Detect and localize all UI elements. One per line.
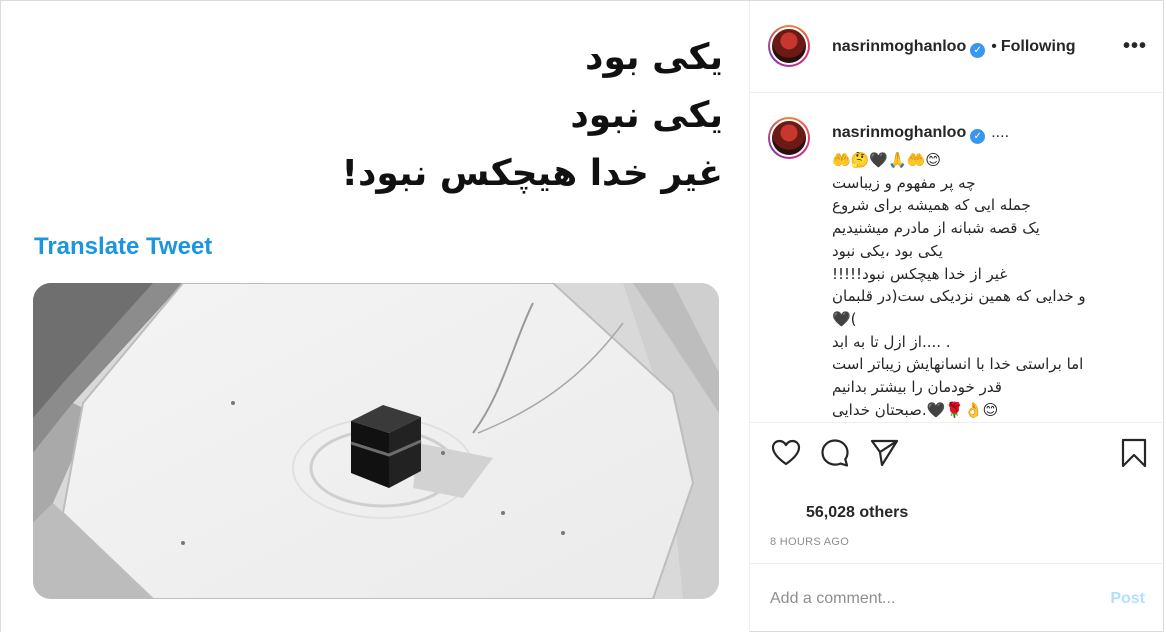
caption-text: 🤲🤔🖤🙏🤲😊 چه پر مفهوم و زیباست جمله ایی که … [832, 149, 1152, 421]
caption-line: غیر از خدا هیچکس نبود!!!!! [832, 264, 1008, 283]
verified-badge-icon: ✓ [970, 129, 986, 144]
caption-line: چه پر مفهوم و زیباست [832, 173, 976, 192]
caption-line: قدر خودمان را بیشتر بدانیم [832, 378, 1002, 397]
header-username[interactable]: nasrinmoghanloo [832, 38, 966, 55]
tweet-line: غیر خدا هیچکس نبود! [341, 153, 723, 194]
following-button[interactable]: Following [1001, 38, 1076, 55]
caption-line: 😊👌🌹🖤.صبحتان خدایی [832, 400, 999, 419]
caption-line: . ....از ازل تا به ابد [832, 332, 951, 351]
post-media[interactable]: یکی بود یکی نبود غیر خدا هیچکس نبود! Tra… [1, 1, 749, 633]
comment-input[interactable] [770, 584, 1090, 614]
caption-line: اما براستی خدا با انسانهایش زیباتر است [832, 355, 1084, 374]
avatar[interactable] [768, 25, 810, 67]
post-caption: nasrinmoghanloo ✓.... 🤲🤔🖤🙏🤲😊 چه پر مفهوم … [750, 93, 1165, 423]
post-comment-button[interactable]: Post [1110, 590, 1145, 608]
caption-username[interactable]: nasrinmoghanloo [832, 124, 966, 141]
tweet-line: یکی نبود [570, 95, 723, 136]
tweet-line: یکی بود [585, 37, 723, 78]
comment-icon[interactable] [819, 437, 851, 469]
likes-count[interactable]: 56,028 others [806, 504, 908, 522]
header-user-line: nasrinmoghanloo ✓ • Following [832, 38, 1076, 58]
heart-icon[interactable] [770, 437, 802, 469]
separator-dot: • [991, 38, 997, 55]
caption-header: nasrinmoghanloo ✓.... [832, 124, 1009, 144]
caption-line: جمله ایی که همیشه برای شروع [832, 196, 1031, 215]
comment-bar: Post [750, 563, 1165, 633]
kaaba-photo-illustration [33, 283, 719, 599]
action-bar [750, 437, 1165, 477]
kaaba-aerial-photo [33, 283, 719, 599]
caption-ellipsis: .... [991, 124, 1010, 141]
verified-badge-icon: ✓ [970, 43, 986, 58]
translate-tweet-link: Translate Tweet [34, 233, 213, 260]
tweet-text: یکی بود یکی نبود غیر خدا هیچکس نبود! [303, 29, 723, 203]
caption-line: و خدایی که همین نزدیکی ست(در قلبمان [832, 287, 1086, 306]
post-timestamp[interactable]: 8 HOURS AGO [770, 536, 849, 548]
caption-avatar[interactable] [768, 117, 810, 159]
share-icon[interactable] [868, 437, 900, 469]
bookmark-icon[interactable] [1118, 437, 1150, 469]
caption-line: یکی بود ،یکی نبود [832, 241, 943, 260]
caption-line: 🖤( [832, 309, 857, 328]
instagram-post: یکی بود یکی نبود غیر خدا هیچکس نبود! Tra… [0, 0, 1165, 633]
post-header: nasrinmoghanloo ✓ • Following ••• [750, 1, 1165, 93]
more-options-icon[interactable]: ••• [1123, 35, 1147, 58]
post-side-panel: nasrinmoghanloo ✓ • Following ••• nasrinmog… [749, 1, 1165, 633]
caption-line: یک قصه شبانه از مادرم میشنیدیم [832, 219, 1040, 238]
caption-line: 🤲🤔🖤🙏🤲😊 [832, 151, 942, 169]
